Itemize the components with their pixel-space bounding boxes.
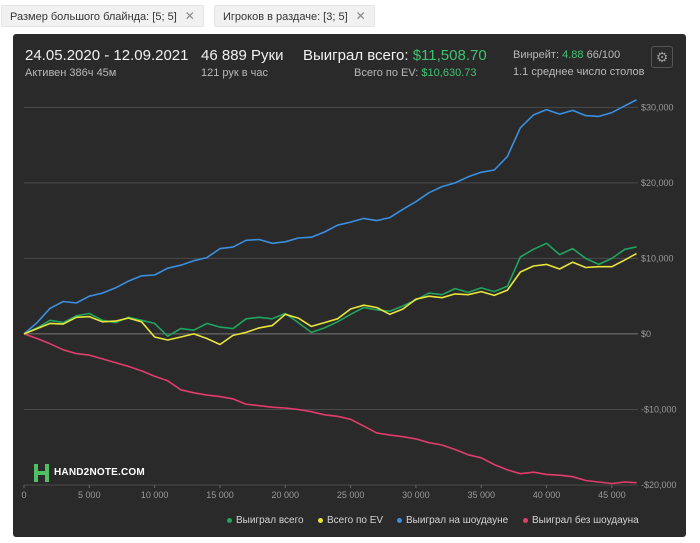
graph-panel: 24.05.2020 - 12.09.2021 Активен 386ч 45м… [13, 34, 686, 537]
legend-dot [318, 517, 323, 523]
legend-item-won-total[interactable]: Выиграл всего [227, 515, 304, 526]
logo: HAND2NOTE.COM [33, 462, 145, 484]
x-tick-label: 40 000 [533, 490, 561, 500]
filter-chip-players[interactable]: Игроков в раздаче: [3; 5] ✕ [214, 5, 375, 27]
filter-chip-label: Игроков в раздаче: [3; 5] [223, 11, 348, 23]
x-tick-label: 15 000 [206, 490, 234, 500]
x-tick-label: 45 000 [598, 490, 626, 500]
y-tick-label: -$20,000 [641, 480, 677, 490]
x-tick-label: 30 000 [402, 490, 430, 500]
x-tick-label: 10 000 [141, 490, 169, 500]
legend-label: Выиграл без шоудауна [532, 515, 639, 526]
x-tick-label: 20 000 [272, 490, 300, 500]
series-line-ev [23, 252, 637, 346]
legend-dot [227, 517, 232, 523]
legend-dot [397, 517, 402, 523]
logo-text: HAND2NOTE.COM [54, 467, 145, 478]
series-line-non-showdown [23, 333, 637, 485]
x-tick-label: 25 000 [337, 490, 365, 500]
series-line-won-total [23, 242, 637, 338]
x-tick-label: 0 [21, 490, 26, 500]
close-icon[interactable]: ✕ [185, 6, 195, 26]
y-tick-label: -$10,000 [641, 404, 677, 414]
filter-chip-big-blind[interactable]: Размер большого блайнда: [5; 5] ✕ [1, 5, 204, 27]
legend-item-showdown[interactable]: Выиграл на шоудауне [397, 515, 508, 526]
legend-item-ev[interactable]: Всего по EV [318, 515, 383, 526]
y-tick-label: $30,000 [641, 102, 674, 112]
y-tick-label: $20,000 [641, 178, 674, 188]
filter-chip-label: Размер большого блайнда: [5; 5] [10, 11, 177, 23]
legend-label: Всего по EV [327, 515, 384, 526]
legend-label: Выиграл всего [236, 515, 304, 526]
close-icon[interactable]: ✕ [356, 6, 366, 26]
x-tick-label: 5 000 [78, 490, 101, 500]
y-tick-label: $10,000 [641, 253, 674, 263]
legend-dot [523, 517, 528, 523]
legend-item-non-showdown[interactable]: Выиграл без шоудауна [523, 515, 639, 526]
series-line-showdown [23, 99, 637, 335]
x-tick-label: 35 000 [467, 490, 495, 500]
legend-label: Выиграл на шоудауне [406, 515, 509, 526]
filter-bar: Размер большого блайнда: [5; 5] ✕ Игроков… [0, 0, 700, 30]
chart: $30,000 $20,000 $10,000 $0 -$10,000 -$20,000 0… [21, 99, 677, 500]
y-tick-label: $0 [641, 329, 651, 339]
logo-mark-icon [34, 464, 49, 482]
